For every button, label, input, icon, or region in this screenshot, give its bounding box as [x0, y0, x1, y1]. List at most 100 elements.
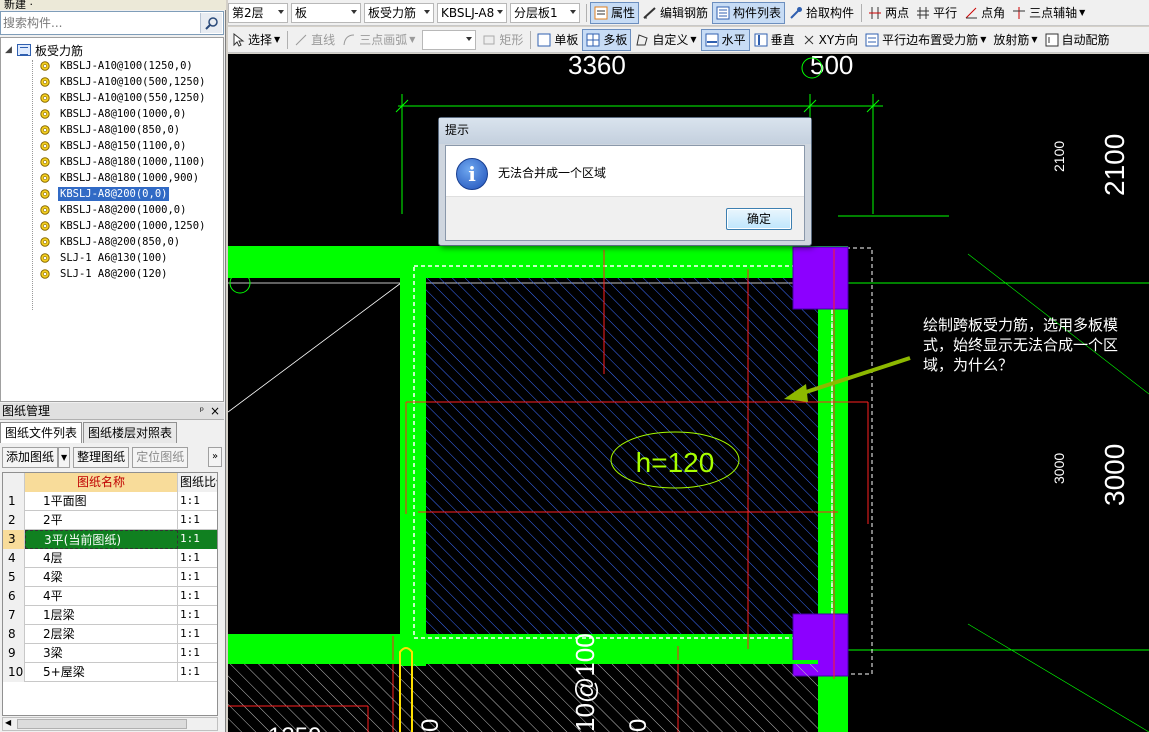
three-point-axis-button[interactable]: 三点辅轴 ▼ [1009, 2, 1088, 24]
tree-item[interactable]: KBSLJ-A8@200(1000,0) [39, 202, 188, 218]
drawing-scale-cell[interactable]: 1:1 [178, 625, 217, 644]
drawing-name-cell[interactable]: 4层 [25, 549, 178, 568]
organize-drawing-button[interactable]: 整理图纸 [73, 447, 130, 468]
floor-select[interactable]: 第2层 [228, 2, 288, 23]
tab-drawing-file-list[interactable]: 图纸文件列表 [0, 422, 83, 443]
tree-item[interactable]: KBSLJ-A8@100(1000,0) [39, 106, 188, 122]
tree-item[interactable]: KBSLJ-A8@200(0,0) [39, 186, 170, 202]
drawing-scale-cell[interactable]: 1:1 [178, 644, 217, 663]
add-drawing-button[interactable]: 添加图纸 [2, 447, 59, 468]
rectangle-button[interactable]: 矩形 [479, 29, 526, 51]
table-row[interactable]: 9 3梁 1:1 [3, 644, 217, 663]
add-drawing-dropdown[interactable]: ▼ [58, 447, 71, 468]
line-button[interactable]: 直线 [291, 29, 338, 51]
dropdown-arrow-icon[interactable]: ▼ [1031, 35, 1037, 44]
dropdown-arrow-icon[interactable]: ▼ [690, 35, 696, 44]
drawing-name-cell[interactable]: 3平(当前图纸) [25, 530, 178, 549]
radial-rebar-button[interactable]: 放射筋 ▼ [990, 29, 1040, 51]
table-row[interactable]: 10 5+屋梁 1:1 [3, 663, 217, 682]
tree-item[interactable]: KBSLJ-A8@180(1000,900) [39, 170, 201, 186]
table-row[interactable]: 8 2层梁 1:1 [3, 625, 217, 644]
tab-drawing-floor-map[interactable]: 图纸楼层对照表 [83, 422, 178, 443]
drawing-name-cell[interactable]: 4梁 [25, 568, 178, 587]
ok-button[interactable]: 确定 [726, 208, 792, 230]
dialog-title[interactable]: 提示 [439, 118, 811, 144]
edit-rebar-button[interactable]: 编辑钢筋 [640, 2, 711, 24]
table-row[interactable]: 6 4平 1:1 [3, 587, 217, 606]
search-button[interactable] [200, 13, 222, 33]
drawing-scale-cell[interactable]: 1:1 [178, 492, 217, 511]
drawing-scale-cell[interactable]: 1:1 [178, 606, 217, 625]
arc-option-select[interactable] [422, 29, 477, 50]
locate-drawing-button[interactable]: 定位图纸 [132, 447, 189, 468]
drawing-scale-cell[interactable]: 1:1 [178, 568, 217, 587]
properties-button[interactable]: 属性 [590, 1, 640, 24]
search-input[interactable] [3, 14, 198, 32]
tree-root-node[interactable]: ◢ 板受力筋 [5, 42, 83, 58]
tree-item[interactable]: SLJ-1 A8@200(120) [39, 266, 169, 282]
table-row[interactable]: 2 2平 1:1 [3, 511, 217, 530]
pick-component-button[interactable]: 拾取构件 [786, 2, 857, 24]
tree-item[interactable]: SLJ-1 A6@130(100) [39, 250, 169, 266]
left-top-bar[interactable]: 新建 · [0, 0, 226, 10]
dropdown-arrow-icon[interactable]: ▼ [274, 35, 280, 44]
drawing-scale-cell[interactable]: 1:1 [178, 530, 217, 549]
tree-item[interactable]: KBSLJ-A8@200(850,0) [39, 234, 182, 250]
scroll-left-icon[interactable]: ◀ [5, 718, 11, 727]
auto-rebar-button[interactable]: 自动配筋 [1042, 29, 1113, 51]
table-row[interactable]: 1 1平面图 1:1 [3, 492, 217, 511]
tree-item[interactable]: KBSLJ-A8@150(1100,0) [39, 138, 188, 154]
drawing-name-cell[interactable]: 2平 [25, 511, 178, 530]
collapse-icon[interactable]: ◢ [5, 45, 17, 55]
drawing-scale-cell[interactable]: 1:1 [178, 549, 217, 568]
drawing-scale-cell[interactable]: 1:1 [178, 587, 217, 606]
single-slab-button[interactable]: 单板 [534, 29, 581, 51]
table-row[interactable]: 5 4梁 1:1 [3, 568, 217, 587]
tree-item[interactable]: KBSLJ-A8@100(850,0) [39, 122, 182, 138]
component-type-select[interactable]: 板 [291, 2, 361, 23]
drawing-name-cell[interactable]: 4平 [25, 587, 178, 606]
toolbar-separator [861, 3, 863, 22]
point-angle-button[interactable]: 点角 [961, 2, 1008, 24]
drawing-name-cell[interactable]: 3梁 [25, 644, 178, 663]
horizontal-scrollbar[interactable]: ◀ [2, 717, 218, 731]
drawing-name-cell[interactable]: 5+屋梁 [25, 663, 178, 682]
column-top-right [792, 246, 849, 310]
custom-button[interactable]: 自定义 ▼ [632, 29, 699, 51]
scrollbar-thumb[interactable] [17, 719, 187, 729]
drawing-name-cell[interactable]: 1平面图 [25, 492, 178, 511]
tree-item[interactable]: KBSLJ-A8@200(1000,1250) [39, 218, 207, 234]
table-row[interactable]: 4 4层 1:1 [3, 549, 217, 568]
component-subtype-select[interactable]: 板受力筋 [364, 2, 434, 23]
tree-item[interactable]: KBSLJ-A10@100(1250,0) [39, 58, 195, 74]
layer-select[interactable]: 分层板1 [510, 2, 580, 23]
horizontal-button[interactable]: 水平 [700, 28, 750, 51]
header-drawing-scale[interactable]: 图纸比例 [178, 473, 217, 492]
tree-item[interactable]: KBSLJ-A10@100(500,1250) [39, 74, 207, 90]
dropdown-arrow-icon[interactable]: ▼ [409, 35, 415, 44]
component-list-button[interactable]: 构件列表 [712, 1, 786, 24]
two-point-axis-button[interactable]: 两点 [865, 2, 912, 24]
tree-item[interactable]: KBSLJ-A10@100(550,1250) [39, 90, 207, 106]
drawing-name-cell[interactable]: 2层梁 [25, 625, 178, 644]
component-name-select[interactable]: KBSLJ-A8 [437, 2, 507, 23]
select-button[interactable]: 选择 ▼ [228, 29, 283, 51]
table-row[interactable]: 3 3平(当前图纸) 1:1 [3, 530, 217, 549]
multi-slab-button[interactable]: 多板 [582, 28, 632, 51]
header-drawing-name[interactable]: 图纸名称 [25, 473, 178, 492]
parallel-axis-button[interactable]: 平行 [913, 2, 960, 24]
three-point-arc-button[interactable]: 三点画弧 ▼ [339, 29, 418, 51]
vertical-button[interactable]: 垂直 [751, 29, 798, 51]
xy-direction-button[interactable]: XY方向 [799, 29, 862, 51]
table-row[interactable]: 7 1层梁 1:1 [3, 606, 217, 625]
dropdown-arrow-icon[interactable]: ▼ [1079, 8, 1085, 17]
tree-item[interactable]: KBSLJ-A8@180(1000,1100) [39, 154, 207, 170]
close-icon[interactable]: × [210, 403, 220, 420]
parallel-edge-rebar-button[interactable]: 平行边布置受力筋 ▼ [862, 29, 989, 51]
drawing-scale-cell[interactable]: 1:1 [178, 511, 217, 530]
drawing-name-cell[interactable]: 1层梁 [25, 606, 178, 625]
pin-icon[interactable]: ᵖ [200, 403, 204, 420]
dropdown-arrow-icon[interactable]: ▼ [980, 35, 986, 44]
toolbar-overflow-button[interactable]: » [208, 447, 222, 467]
drawing-scale-cell[interactable]: 1:1 [178, 663, 217, 682]
